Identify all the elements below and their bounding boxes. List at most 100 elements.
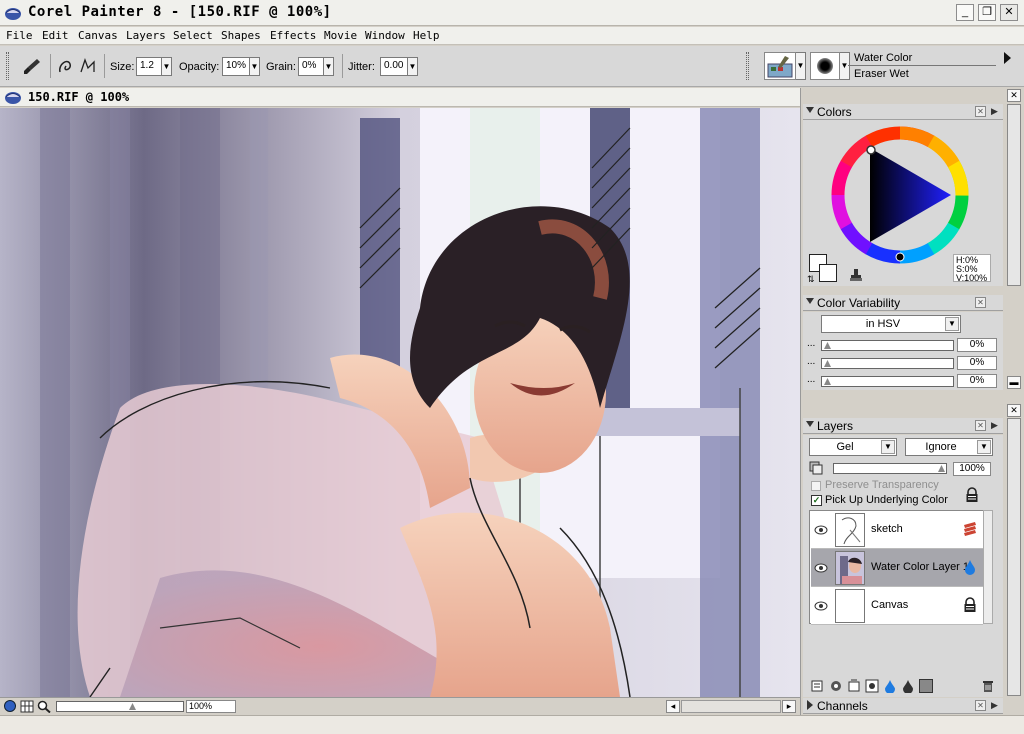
brush-selector-names[interactable]: Water Color Eraser Wet xyxy=(848,50,996,84)
swap-colors-icon[interactable]: ⇅ xyxy=(807,274,815,285)
zoom-field[interactable]: 100% xyxy=(186,700,236,713)
straight-line-stroke-icon[interactable] xyxy=(78,56,98,76)
slider-thumb[interactable] xyxy=(938,465,945,472)
slider-thumb[interactable] xyxy=(824,378,831,385)
layer-row-canvas[interactable]: Canvas xyxy=(811,587,983,625)
menu-edit[interactable]: Edit xyxy=(42,29,69,42)
color-variability-close-button[interactable]: ✕ xyxy=(975,297,986,308)
colors-panel-close-button[interactable]: ✕ xyxy=(975,106,986,117)
menu-file[interactable]: File xyxy=(6,29,33,42)
variability-mode-dropdown[interactable]: in HSV ▼ xyxy=(821,315,961,333)
hue-variability-slider[interactable] xyxy=(821,340,954,351)
saturation-variability-value[interactable]: 0% xyxy=(957,356,997,370)
layer-row-sketch[interactable]: sketch xyxy=(811,511,983,549)
layer-mask-icon[interactable] xyxy=(865,679,879,693)
opacity-dropdown-arrow[interactable]: ▼ xyxy=(250,57,260,76)
grid-view-icon[interactable] xyxy=(20,700,34,713)
channels-panel-header[interactable]: Channels ✕ ▶ xyxy=(803,698,1003,714)
dynamic-plugins-icon[interactable] xyxy=(829,679,843,693)
chevron-down-icon[interactable]: ▼ xyxy=(945,317,959,331)
composite-method-dropdown[interactable]: Gel ▼ xyxy=(809,438,897,456)
lock-icon[interactable] xyxy=(965,487,979,503)
brush-selector-expand-arrow[interactable] xyxy=(1004,52,1011,64)
trash-icon[interactable] xyxy=(981,679,995,693)
composite-depth-dropdown[interactable]: Ignore ▼ xyxy=(905,438,993,456)
brush-variant-selector[interactable] xyxy=(810,52,840,80)
channels-panel-close-button[interactable]: ✕ xyxy=(975,700,986,711)
menu-movie[interactable]: Movie xyxy=(324,29,357,42)
layers-panel-menu-arrow[interactable]: ▶ xyxy=(991,420,998,431)
stamp-icon[interactable] xyxy=(849,268,863,282)
jitter-field[interactable]: 0.00 xyxy=(380,57,408,76)
preserve-transparency-checkbox[interactable] xyxy=(811,481,821,491)
new-watercolor-layer-icon[interactable] xyxy=(883,679,897,693)
pick-up-color-checkbox[interactable]: ✓ xyxy=(811,495,822,506)
magnifier-icon[interactable] xyxy=(37,700,51,713)
new-layer-icon[interactable] xyxy=(847,679,861,693)
zoom-slider-thumb[interactable] xyxy=(129,703,136,710)
grain-field[interactable]: 0% xyxy=(298,57,324,76)
value-variability-slider[interactable] xyxy=(821,376,954,387)
layer-preview-icon[interactable] xyxy=(919,679,933,693)
layer-opacity-slider[interactable] xyxy=(833,463,947,474)
horizontal-scrollbar[interactable] xyxy=(681,700,781,713)
brush-category-selector[interactable] xyxy=(764,52,796,80)
menu-window[interactable]: Window xyxy=(365,29,405,42)
size-field[interactable]: 1.2 xyxy=(136,57,162,76)
layers-list-scrollbar[interactable] xyxy=(983,510,993,624)
expand-triangle-icon[interactable] xyxy=(807,700,813,710)
slider-thumb[interactable] xyxy=(824,342,831,349)
colors-panel-header[interactable]: Colors ✕ ▶ xyxy=(803,104,1003,120)
color-variability-panel-header[interactable]: Color Variability ✕ xyxy=(803,295,1003,311)
size-dropdown-arrow[interactable]: ▼ xyxy=(162,57,172,76)
layers-panel-header[interactable]: Layers ✕ ▶ xyxy=(803,418,1003,434)
zoom-slider[interactable] xyxy=(56,701,184,712)
painting-canvas[interactable] xyxy=(0,108,800,697)
freehand-stroke-icon[interactable] xyxy=(56,56,76,76)
close-button[interactable]: ✕ xyxy=(1000,4,1018,21)
toolbar-grip[interactable] xyxy=(6,52,9,80)
layer-row-water-color-layer-1[interactable]: Water Color Layer 1 xyxy=(811,549,983,587)
menu-canvas[interactable]: Canvas xyxy=(78,29,118,42)
scroll-left-button[interactable]: ◂ xyxy=(666,700,680,713)
toolbar-grip[interactable] xyxy=(746,52,749,80)
channels-panel-menu-arrow[interactable]: ▶ xyxy=(991,700,998,711)
hue-variability-value[interactable]: 0% xyxy=(957,338,997,352)
collapse-triangle-icon[interactable] xyxy=(806,107,814,113)
jitter-dropdown-arrow[interactable]: ▼ xyxy=(408,57,418,76)
eye-icon[interactable] xyxy=(814,599,828,613)
menu-layers[interactable]: Layers xyxy=(126,29,166,42)
color-management-icon[interactable] xyxy=(4,700,16,712)
colors-panel-menu-arrow[interactable]: ▶ xyxy=(991,106,998,117)
palette-close-button[interactable]: ✕ xyxy=(1007,89,1021,102)
palette-minimize-button[interactable]: ▬ xyxy=(1007,376,1021,389)
value-variability-value[interactable]: 0% xyxy=(957,374,997,388)
opacity-field[interactable]: 10% xyxy=(222,57,250,76)
menu-help[interactable]: Help xyxy=(413,29,440,42)
new-liquid-ink-layer-icon[interactable] xyxy=(901,679,915,693)
layer-opacity-value[interactable]: 100% xyxy=(953,462,991,476)
color-wheel[interactable] xyxy=(829,124,971,266)
grain-dropdown-arrow[interactable]: ▼ xyxy=(324,57,334,76)
layer-commands-icon[interactable] xyxy=(811,679,825,693)
additional-color-swatch[interactable] xyxy=(819,264,837,282)
layers-panel-scrollbar[interactable] xyxy=(1007,418,1021,696)
collapse-triangle-icon[interactable] xyxy=(806,298,814,304)
slider-thumb[interactable] xyxy=(824,360,831,367)
menu-shapes[interactable]: Shapes xyxy=(221,29,261,42)
brush-category-dropdown-arrow[interactable]: ▼ xyxy=(796,52,806,80)
restore-button[interactable]: ❐ xyxy=(978,4,996,21)
eye-icon[interactable] xyxy=(814,523,828,537)
colors-panel-scrollbar[interactable] xyxy=(1007,104,1021,286)
chevron-down-icon[interactable]: ▼ xyxy=(881,440,895,454)
chevron-down-icon[interactable]: ▼ xyxy=(977,440,991,454)
menu-effects[interactable]: Effects xyxy=(270,29,316,42)
menu-select[interactable]: Select xyxy=(173,29,213,42)
eye-icon[interactable] xyxy=(814,561,828,575)
collapse-triangle-icon[interactable] xyxy=(806,421,814,427)
brush-icon[interactable] xyxy=(22,56,42,76)
scroll-right-button[interactable]: ▸ xyxy=(782,700,796,713)
layers-panel-close-button[interactable]: ✕ xyxy=(975,420,986,431)
minimize-button[interactable]: _ xyxy=(956,4,974,21)
palette-close-button-3[interactable]: ✕ xyxy=(1007,404,1021,417)
